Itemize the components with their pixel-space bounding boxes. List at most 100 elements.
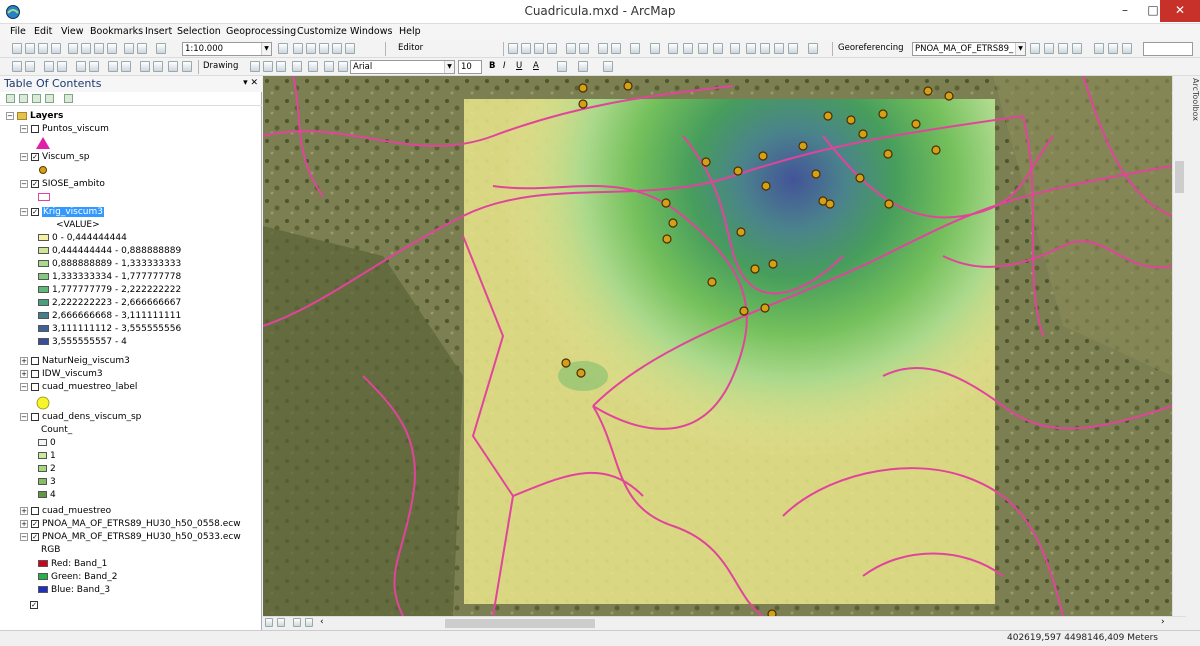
legend-class[interactable]: 2,222222223 - 2,666666667 (38, 297, 181, 309)
hyperlink-icon[interactable] (698, 43, 708, 54)
delete-icon[interactable] (107, 43, 117, 54)
refresh-icon[interactable] (293, 618, 301, 627)
triangle-symbol-icon[interactable] (35, 136, 51, 150)
layer-visibility-checkbox[interactable]: ✓ (31, 532, 39, 541)
layer-visibility-checkbox[interactable] (31, 124, 39, 133)
legend-class[interactable]: 4 (38, 489, 56, 501)
find-icon[interactable] (746, 43, 756, 54)
viewer-window-icon[interactable] (808, 43, 818, 54)
save-icon[interactable] (38, 43, 48, 54)
legend-class[interactable]: 1,777777779 - 2,222222222 (38, 284, 181, 296)
layer-visibility-checkbox[interactable]: ✓ (31, 519, 39, 528)
layer-cuad-muestreo[interactable]: + cuad_muestreo (20, 505, 111, 517)
font-picker-icon[interactable] (338, 61, 348, 72)
minimize-button[interactable]: – (1110, 0, 1140, 22)
layer-visibility-checkbox[interactable] (31, 369, 39, 378)
italic-button[interactable]: I (503, 61, 506, 71)
rotate-icon[interactable] (1030, 43, 1040, 54)
scroll-right-icon[interactable]: › (1161, 617, 1165, 627)
layer-visibility-checkbox[interactable] (31, 506, 39, 515)
rectify-icon[interactable] (1108, 43, 1118, 54)
chevron-down-icon[interactable]: ▼ (1015, 43, 1025, 55)
menu-geoprocessing[interactable]: Geoprocessing (226, 26, 296, 37)
map-vertical-scrollbar[interactable] (1172, 76, 1186, 616)
html-popup-icon[interactable] (713, 43, 723, 54)
band-entry[interactable]: Red: Band_1 (38, 558, 107, 570)
collapse-icon[interactable]: − (20, 179, 28, 188)
forward-extent-icon[interactable] (611, 43, 621, 54)
layer-visibility-checkbox[interactable]: ✓ (31, 152, 39, 161)
georef-options-icon[interactable] (1122, 43, 1132, 54)
search-window-icon[interactable] (319, 43, 329, 54)
rotate-element-icon[interactable] (263, 61, 273, 72)
map-canvas[interactable] (263, 76, 1172, 616)
open-icon[interactable] (25, 43, 35, 54)
legend-class[interactable]: 0 - 0,444444444 (38, 232, 127, 244)
focus-frame-icon[interactable] (140, 61, 150, 72)
georef-layer-combo[interactable]: PNOA_MA_OF_ETRS89_ ▼ (912, 42, 1026, 56)
layout-view-icon[interactable] (182, 61, 192, 72)
legend-class[interactable]: 3,111111112 - 3,555555556 (38, 323, 181, 335)
legend-class[interactable]: 1 (38, 450, 56, 462)
select-elements-pointer-icon[interactable] (250, 61, 260, 72)
editor-toolbar-icon[interactable] (278, 43, 288, 54)
georeferencing-menu[interactable]: Georeferencing (838, 43, 904, 53)
legend-class[interactable]: 0,444444444 - 0,888888889 (38, 245, 181, 257)
add-control-points-icon[interactable] (1058, 43, 1068, 54)
point-symbol-icon[interactable] (38, 165, 48, 175)
layout-zoom-icon[interactable] (44, 61, 54, 72)
layer-cuad-muestreo-label[interactable]: − cuad_muestreo_label (20, 381, 137, 393)
shift-icon[interactable] (1044, 43, 1054, 54)
full-extent-icon[interactable] (547, 43, 557, 54)
menu-edit[interactable]: Edit (34, 26, 52, 37)
scale-combo[interactable]: 1:10.000 ▼ (182, 42, 272, 56)
collapse-icon[interactable]: − (20, 532, 28, 541)
font-color-button[interactable]: A (533, 61, 539, 71)
layer-naturneig-viscum3[interactable]: + NaturNeig_viscum3 (20, 355, 130, 367)
layout-forward-icon[interactable] (121, 61, 131, 72)
collapse-icon[interactable]: − (20, 124, 28, 133)
line-color-icon[interactable] (578, 61, 588, 72)
expand-icon[interactable]: + (20, 519, 28, 528)
toolbox-window-icon[interactable] (332, 43, 342, 54)
undo-icon[interactable] (124, 43, 134, 54)
view-link-table-icon[interactable] (1094, 43, 1104, 54)
layer-cuad-dens-viscum-sp[interactable]: − cuad_dens_viscum_sp (20, 411, 141, 423)
list-by-visibility-icon[interactable] (32, 94, 41, 103)
legend-class[interactable]: 2,666666668 - 3,111111111 (38, 310, 181, 322)
layer-viscum-sp[interactable]: − ✓ Viscum_sp (20, 151, 89, 163)
layer-pnoa-ma-0558[interactable]: + ✓ PNOA_MA_OF_ETRS89_HU30_h50_0558.ecw (20, 518, 241, 530)
pan-icon[interactable] (534, 43, 544, 54)
layout-view-toggle-icon[interactable] (277, 618, 285, 627)
catalog-window-icon[interactable] (306, 43, 316, 54)
collapse-icon[interactable]: − (6, 111, 14, 120)
menu-file[interactable]: File (10, 26, 26, 37)
collapse-icon[interactable]: − (20, 412, 28, 421)
collapse-icon[interactable]: − (20, 152, 28, 161)
cut-icon[interactable] (68, 43, 78, 54)
layer-pnoa-mr-0533[interactable]: − ✓ PNOA_MR_OF_ETRS89_HU30_h50_0533.ecw (20, 531, 241, 543)
layout-full-icon[interactable] (76, 61, 86, 72)
find-route-icon[interactable] (760, 43, 770, 54)
measure-icon[interactable] (730, 43, 740, 54)
chevron-down-icon[interactable]: ▼ (261, 43, 271, 55)
draft-mode-icon[interactable] (168, 61, 178, 72)
fill-color-icon[interactable] (557, 61, 567, 72)
text-tool-icon[interactable] (308, 61, 318, 72)
map-horizontal-scrollbar[interactable]: ‹ › (263, 616, 1186, 630)
toc-options-icon[interactable] (64, 94, 73, 103)
pause-drawing-icon[interactable] (305, 618, 313, 627)
scrollbar-thumb[interactable] (445, 619, 595, 628)
toc-window-icon[interactable] (293, 43, 303, 54)
font-size-combo[interactable]: 10 (458, 60, 482, 74)
expand-icon[interactable]: + (20, 506, 28, 515)
layout-100-icon[interactable] (89, 61, 99, 72)
time-slider-icon[interactable] (788, 43, 798, 54)
layer-idw-viscum3[interactable]: + IDW_viscum3 (20, 368, 103, 380)
expand-icon[interactable]: + (20, 356, 28, 365)
zoom-out-icon[interactable] (521, 43, 531, 54)
layout-pan-icon[interactable] (57, 61, 67, 72)
menu-view[interactable]: View (61, 26, 84, 37)
snapping-icon[interactable] (25, 61, 35, 72)
menu-selection[interactable]: Selection (177, 26, 221, 37)
